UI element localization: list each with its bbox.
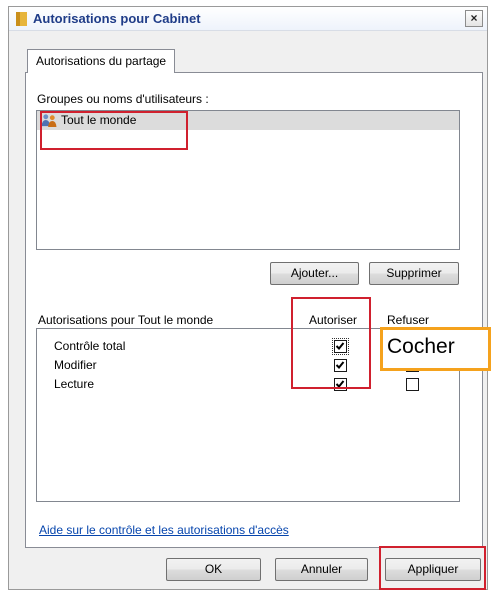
deny-read-checkbox[interactable]: [406, 378, 419, 391]
permissions-dialog: Autorisations pour Cabinet × Autorisatio…: [8, 6, 488, 590]
remove-button[interactable]: Supprimer: [369, 262, 459, 285]
groups-label: Groupes ou noms d'utilisateurs :: [37, 92, 209, 106]
permission-label: Modifier: [54, 358, 97, 372]
folder-icon: [16, 12, 27, 26]
ok-button[interactable]: OK: [166, 558, 261, 581]
permission-label: Lecture: [54, 377, 95, 391]
highlight-allow-box: [291, 297, 371, 389]
title-bar: Autorisations pour Cabinet ×: [9, 7, 487, 31]
highlight-apply-box: [379, 546, 486, 590]
annotation-callout: Cocher: [380, 327, 491, 371]
highlight-user-box: [40, 111, 188, 150]
window-title: Autorisations pour Cabinet: [33, 11, 201, 26]
close-button[interactable]: ×: [465, 10, 483, 27]
add-button[interactable]: Ajouter...: [270, 262, 359, 285]
close-icon: ×: [470, 11, 478, 25]
cancel-button[interactable]: Annuler: [275, 558, 368, 581]
tab-share-permissions[interactable]: Autorisations du partage: [27, 49, 176, 73]
permissions-label: Autorisations pour Tout le monde: [38, 313, 214, 327]
deny-column-header: Refuser: [387, 313, 430, 327]
permission-label: Contrôle total: [54, 339, 126, 353]
help-link[interactable]: Aide sur le contrôle et les autorisation…: [39, 523, 289, 537]
